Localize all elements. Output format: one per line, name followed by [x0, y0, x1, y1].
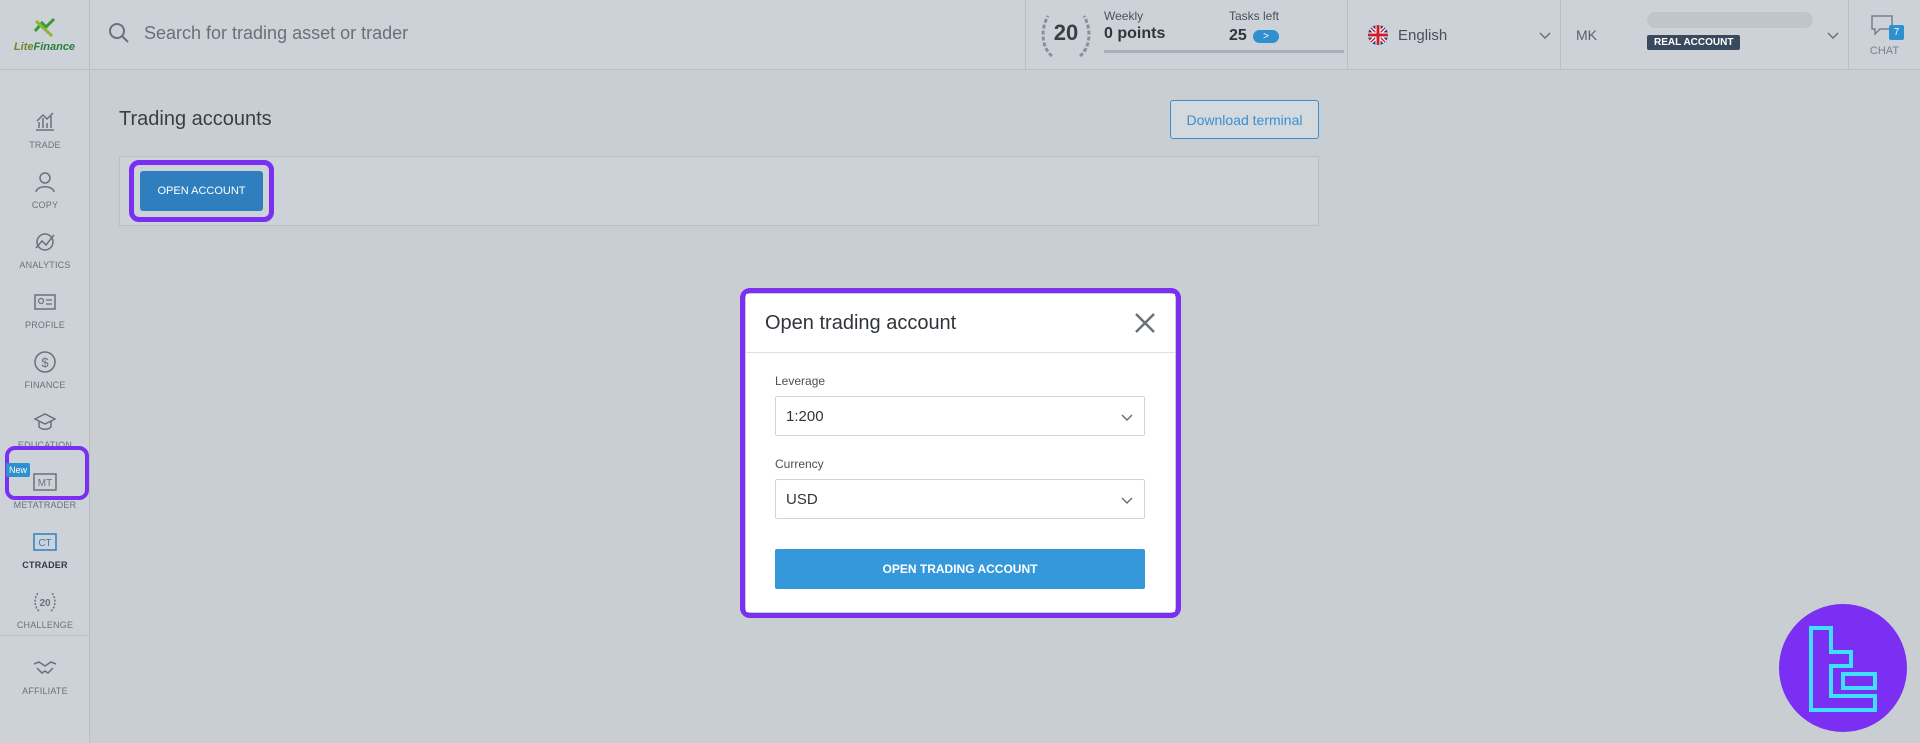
download-terminal-button[interactable]: Download terminal: [1170, 100, 1319, 139]
page-title: Trading accounts: [119, 108, 272, 130]
sidebar-item-ctrader[interactable]: CT CTRADER: [0, 520, 90, 580]
search-icon: [109, 23, 129, 43]
sidebar-item-label: FINANCE: [24, 380, 66, 390]
close-icon[interactable]: [1132, 310, 1158, 336]
top-bar: LiteFinance 20 Weekly 0 points Tasks lef…: [0, 0, 1920, 70]
logo[interactable]: LiteFinance: [0, 0, 90, 70]
sidebar-item-analytics[interactable]: ANALYTICS: [0, 220, 90, 280]
sidebar-item-affiliate[interactable]: AFFILIATE: [0, 646, 90, 706]
language-label: English: [1398, 27, 1448, 44]
analytics-icon: [35, 233, 55, 251]
open-trading-account-dialog: Open trading account Leverage 1:200 Curr…: [746, 294, 1175, 612]
chat-button[interactable]: 7 CHAT: [1849, 0, 1920, 70]
handshake-icon: [33, 661, 57, 674]
sidebar-item-label: COPY: [31, 200, 59, 210]
uk-flag-icon: [1368, 25, 1388, 45]
sidebar: TRADE COPY ANALYTICS PROFILE $ FINANCE E…: [0, 70, 90, 743]
dialog-divider: [746, 352, 1175, 353]
weekly-progress-bar: [1104, 50, 1344, 53]
tf-logo-icon: [1809, 626, 1877, 712]
weekly-challenge[interactable]: 20 Weekly 0 points Tasks left 25 >: [1025, 0, 1348, 70]
sidebar-item-label: CHALLENGE: [16, 620, 74, 630]
svg-text:CT: CT: [38, 538, 51, 549]
chat-unread-badge: 7: [1889, 25, 1904, 40]
language-selector[interactable]: English: [1348, 0, 1561, 70]
sidebar-item-label: ANALYTICS: [19, 260, 71, 270]
tasks-left-label: Tasks left: [1229, 9, 1280, 23]
currency-select[interactable]: USD: [775, 479, 1145, 519]
sidebar-item-challenge[interactable]: 20 CHALLENGE: [0, 580, 90, 640]
accounts-panel: [119, 156, 1319, 226]
graduation-cap-icon: [33, 413, 57, 430]
dialog-title: Open trading account: [765, 312, 957, 334]
currency-label: Currency: [775, 457, 824, 471]
sidebar-item-label: METATRADER: [13, 500, 77, 510]
chevron-down-icon: [1539, 32, 1551, 40]
weekly-label: Weekly: [1104, 9, 1144, 23]
laurel-icon: 20: [34, 592, 56, 612]
chevron-down-icon: [1121, 414, 1133, 422]
new-badge: New: [6, 463, 31, 477]
chevron-down-icon: [1827, 32, 1839, 40]
person-icon: [35, 172, 55, 193]
dollar-icon: $: [34, 351, 56, 373]
open-trading-account-button[interactable]: OPEN TRADING ACCOUNT: [775, 549, 1145, 589]
sidebar-item-profile[interactable]: PROFILE: [0, 280, 90, 340]
sidebar-item-trade[interactable]: TRADE: [0, 100, 90, 160]
sidebar-item-label: CTRADER: [22, 560, 68, 570]
currency-value: USD: [786, 491, 818, 508]
svg-text:$: $: [41, 355, 49, 370]
leverage-select[interactable]: 1:200: [775, 396, 1145, 436]
ct-icon: CT: [33, 533, 57, 551]
chart-icon: [36, 112, 54, 131]
leverage-value: 1:200: [786, 408, 824, 425]
account-type-badge: REAL ACCOUNT: [1647, 35, 1741, 50]
watermark-logo: [1779, 604, 1907, 732]
logo-icon: [33, 17, 55, 38]
search-input[interactable]: [144, 22, 744, 44]
tasks-arrow-button[interactable]: >: [1253, 30, 1279, 43]
sidebar-item-label: TRADE: [29, 140, 61, 150]
weekly-points: 0 points: [1104, 25, 1166, 42]
sidebar-item-label: PROFILE: [25, 320, 65, 330]
svg-text:20: 20: [39, 598, 51, 609]
tasks-left-count: 25: [1229, 27, 1247, 44]
sidebar-item-copy[interactable]: COPY: [0, 160, 90, 220]
sidebar-divider: [0, 635, 90, 636]
blurred-user-name: [1647, 12, 1813, 28]
open-account-button[interactable]: OPEN ACCOUNT: [140, 171, 263, 211]
logo-text: LiteFinance: [13, 41, 76, 53]
user-initials: MK: [1576, 27, 1597, 43]
chat-label: CHAT: [1869, 45, 1900, 57]
challenge-level: 20: [1053, 20, 1079, 45]
leverage-label: Leverage: [775, 374, 826, 388]
id-card-icon: [34, 294, 56, 310]
sidebar-item-finance[interactable]: $ FINANCE: [0, 340, 90, 400]
user-menu[interactable]: MK REAL ACCOUNT: [1561, 0, 1849, 70]
sidebar-item-label: AFFILIATE: [22, 686, 68, 696]
chevron-down-icon: [1121, 497, 1133, 505]
search-bar: [108, 22, 744, 44]
